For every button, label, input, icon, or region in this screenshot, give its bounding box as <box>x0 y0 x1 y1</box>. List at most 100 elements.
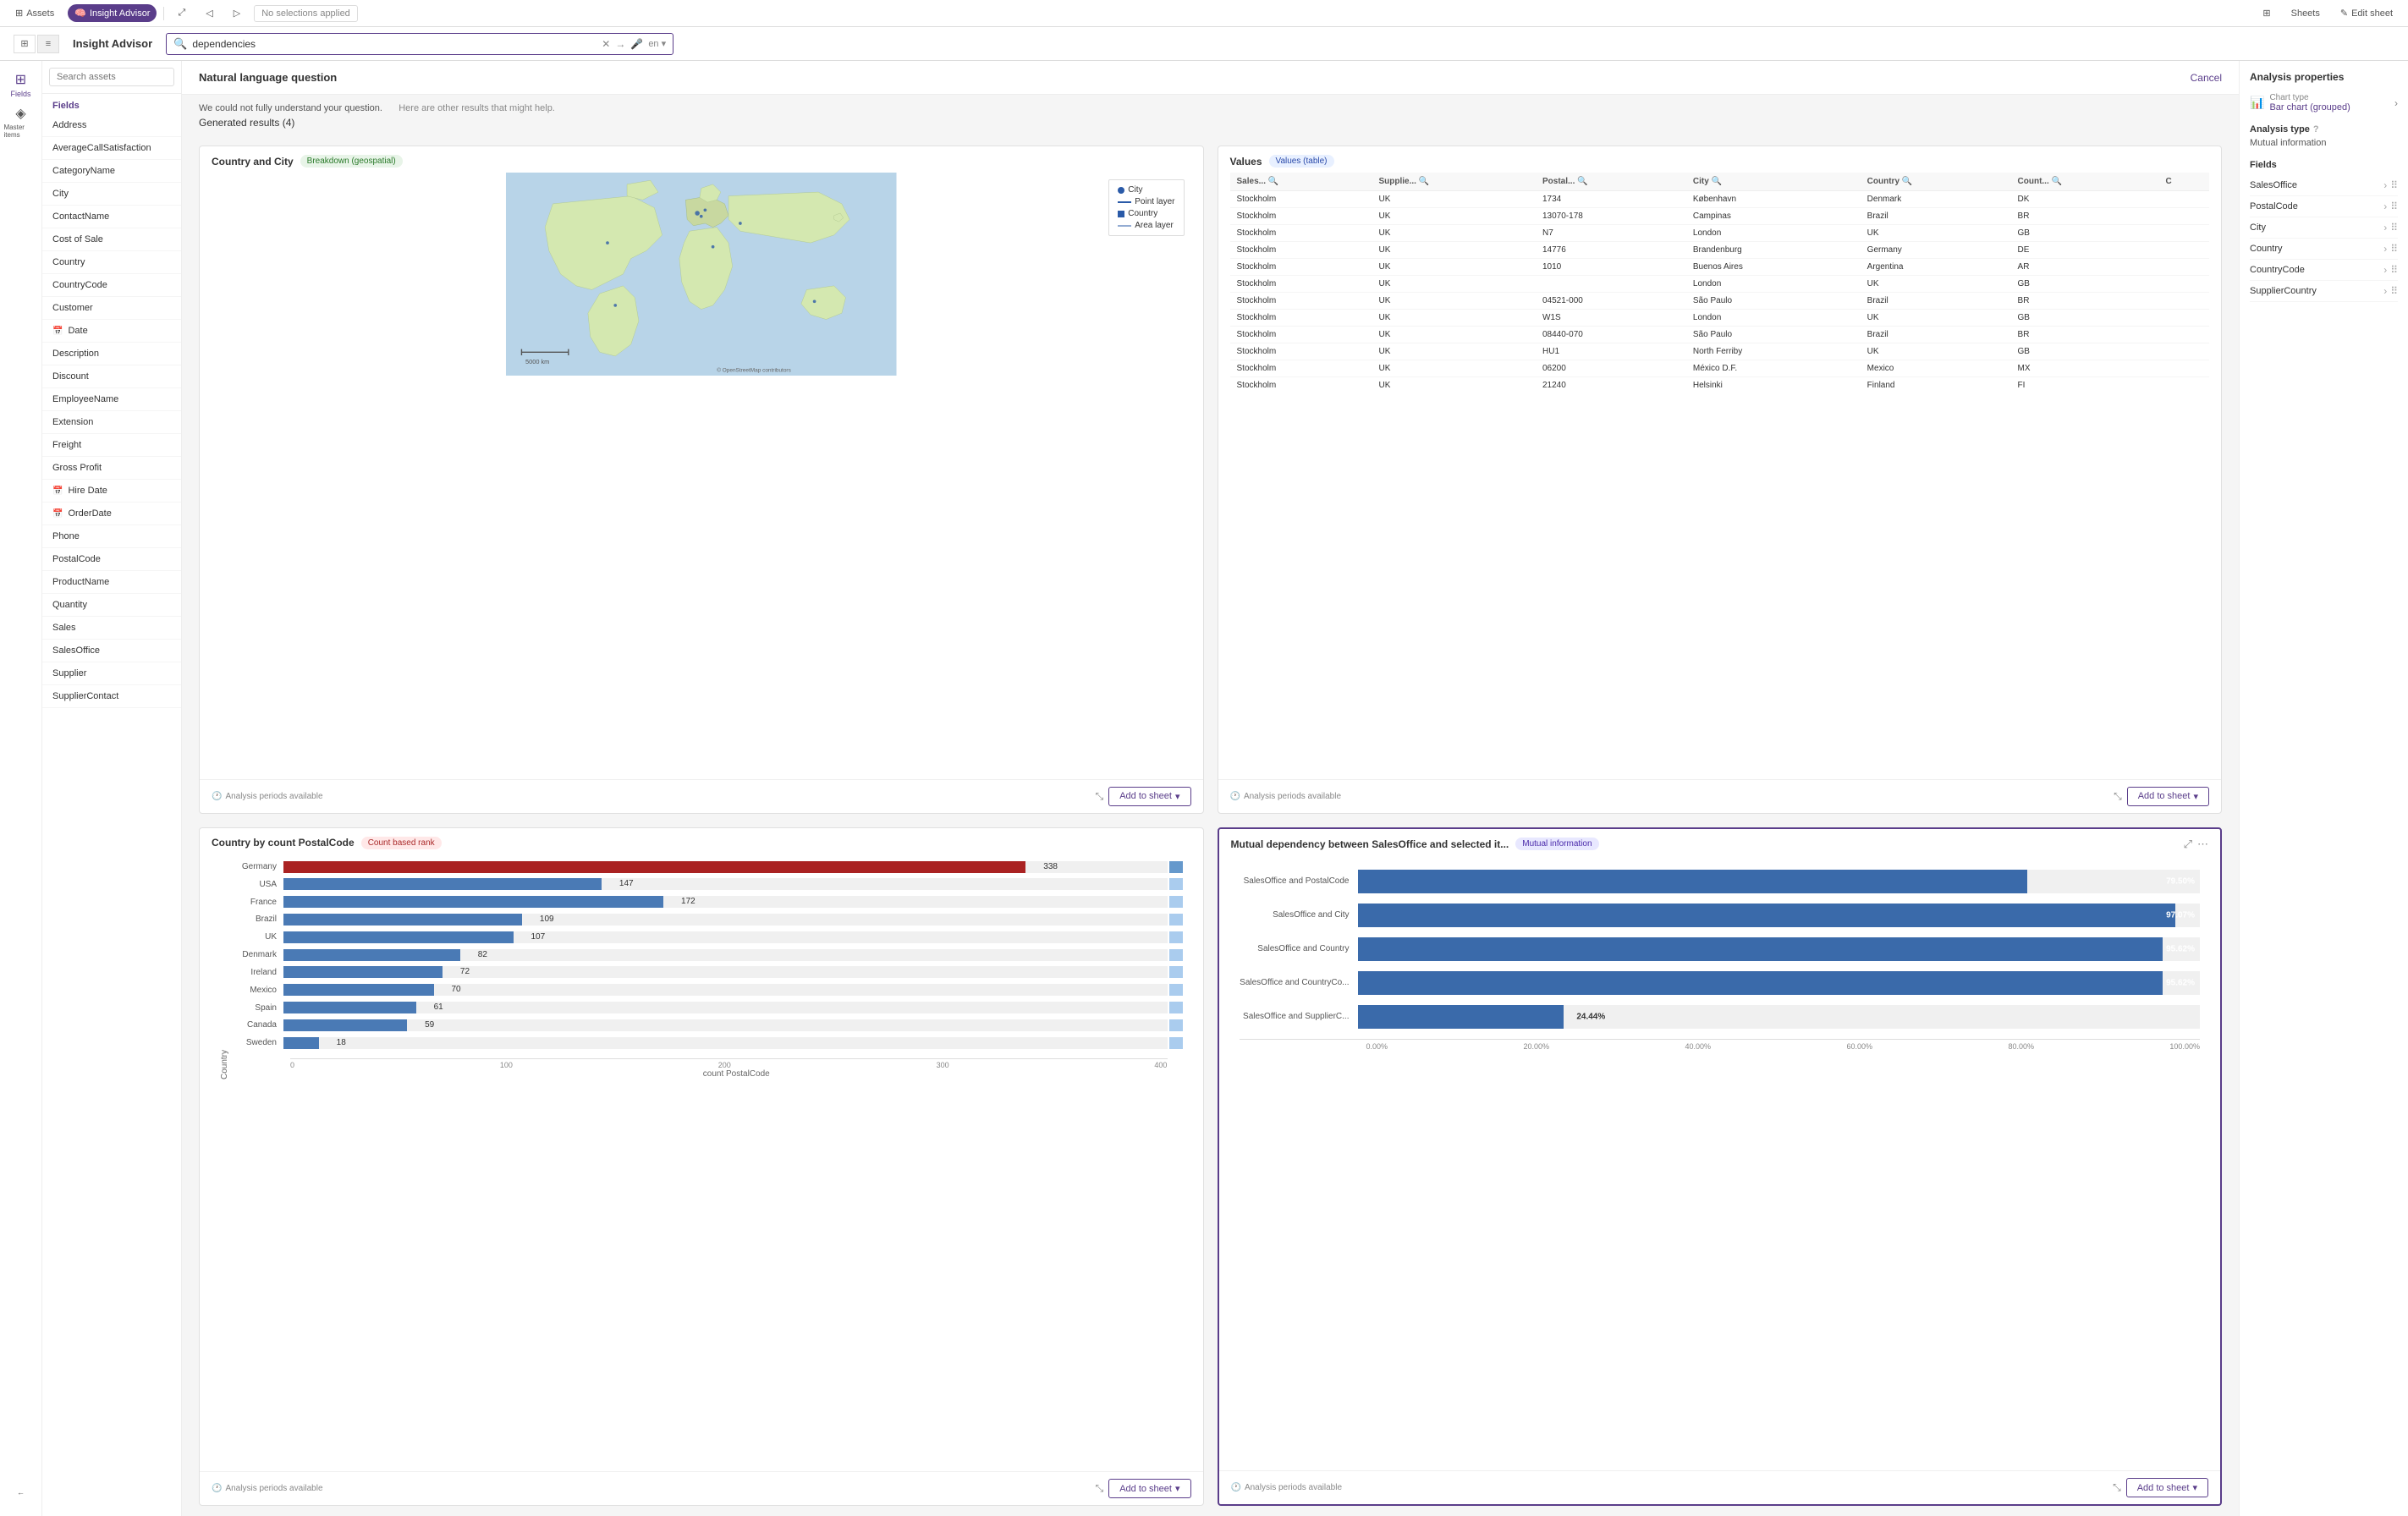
field-name-country: Country <box>2250 244 2283 254</box>
insight-advisor-nav-item[interactable]: 🧠 Insight Advisor <box>68 4 157 22</box>
chart3-add-to-sheet-btn[interactable]: Add to sheet ▾ <box>1108 1479 1190 1498</box>
search-arrow-icon[interactable]: → <box>615 38 625 50</box>
right-field-salesoffice[interactable]: SalesOffice › ⠿ <box>2250 175 2398 196</box>
expand-icon[interactable]: ⤢ <box>2184 838 2192 851</box>
chart1-map-container: 5000 km © OpenStreetMap contributors Cit… <box>212 173 1191 376</box>
lang-selector[interactable]: en ▾ <box>648 38 666 49</box>
drag-handle-icon-2[interactable]: ⠿ <box>2390 200 2398 212</box>
drag-handle-icon-3[interactable]: ⠿ <box>2390 222 2398 233</box>
field-list-item[interactable]: Cost of Sale <box>42 228 181 251</box>
field-list-item[interactable]: Freight <box>42 434 181 457</box>
collapse-sidebar-btn[interactable]: ← <box>4 1475 38 1509</box>
col-city[interactable]: City 🔍 <box>1686 173 1861 191</box>
svg-text:5000 km: 5000 km <box>525 358 549 365</box>
grid-view-icon[interactable]: ⊞ <box>2256 4 2277 22</box>
chart2-add-to-sheet-btn[interactable]: Add to sheet ▾ <box>2127 787 2209 806</box>
table-container[interactable]: Sales... 🔍 Supplie... 🔍 Postal... 🔍 City… <box>1230 173 2210 393</box>
grid-toggle-btn[interactable]: ⊞ <box>14 35 36 53</box>
chart-type-value[interactable]: Bar chart (grouped) <box>2269 102 2350 113</box>
arrow-forward-item[interactable]: ▷ <box>227 4 247 22</box>
field-list-item[interactable]: SalesOffice <box>42 640 181 662</box>
chart2-body: Sales... 🔍 Supplie... 🔍 Postal... 🔍 City… <box>1218 173 2222 779</box>
field-list-item[interactable]: SupplierContact <box>42 685 181 708</box>
clear-search-icon[interactable]: ✕ <box>602 38 610 50</box>
col-countrycode[interactable]: Count... 🔍 <box>2011 173 2159 191</box>
field-list-item[interactable]: Customer <box>42 297 181 320</box>
help-icon[interactable]: ? <box>2313 124 2319 135</box>
field-list-item[interactable]: AverageCallSatisfaction <box>42 137 181 160</box>
explore-icon-item[interactable]: ⤢ <box>171 4 192 22</box>
chart4-add-to-sheet-btn[interactable]: Add to sheet ▾ <box>2126 1478 2208 1497</box>
field-list-item[interactable]: Quantity <box>42 594 181 617</box>
chart4-footer: 🕐 Analysis periods available ⤡ Add to sh… <box>1219 1470 2221 1504</box>
bar-secondary-uk <box>1169 931 1183 943</box>
assets-nav-item[interactable]: ⊞ Assets <box>8 4 61 22</box>
col-supplier[interactable]: Supplie... 🔍 <box>1372 173 1536 191</box>
sidebar-master-items[interactable]: ◈ Master items <box>4 105 38 139</box>
search-input[interactable] <box>192 38 597 50</box>
table-row: StockholmUK14776BrandenburgGermanyDE <box>1230 242 2210 259</box>
right-field-country[interactable]: Country › ⠿ <box>2250 239 2398 260</box>
field-list-item[interactable]: 📅OrderDate <box>42 503 181 525</box>
arrow-back-item[interactable]: ◁ <box>199 4 219 22</box>
right-field-postalcode[interactable]: PostalCode › ⠿ <box>2250 196 2398 217</box>
table-row: StockholmUK13070-178CampinasBrazilBR <box>1230 208 2210 225</box>
clock-icon-2: 🕐 <box>1230 792 1240 801</box>
chevron-down-icon-4: ▾ <box>2192 1482 2197 1493</box>
field-list-item[interactable]: Address <box>42 114 181 137</box>
field-list-item[interactable]: Discount <box>42 365 181 388</box>
more-options-icon[interactable]: ⋯ <box>2197 838 2208 851</box>
bar-label-spain: Spain <box>233 1003 283 1013</box>
mic-icon[interactable]: 🎤 <box>630 38 643 50</box>
list-toggle-btn[interactable]: ≡ <box>37 35 59 53</box>
drag-handle-icon-5[interactable]: ⠿ <box>2390 264 2398 276</box>
bar-fill-ireland <box>283 966 443 978</box>
chart1-add-to-sheet-btn[interactable]: Add to sheet ▾ <box>1108 787 1190 806</box>
col-c[interactable]: C <box>2159 173 2209 191</box>
right-field-countrycode[interactable]: CountryCode › ⠿ <box>2250 260 2398 281</box>
field-list-item[interactable]: Supplier <box>42 662 181 685</box>
chart1-body: 5000 km © OpenStreetMap contributors Cit… <box>200 173 1203 779</box>
field-list-item[interactable]: PostalCode <box>42 548 181 571</box>
col-postal[interactable]: Postal... 🔍 <box>1536 173 1686 191</box>
drag-handle-icon[interactable]: ⠿ <box>2390 179 2398 191</box>
drag-handle-icon-4[interactable]: ⠿ <box>2390 243 2398 255</box>
field-list-item[interactable]: 📅Date <box>42 320 181 343</box>
field-list-item[interactable]: Country <box>42 251 181 274</box>
field-list-item[interactable]: CountryCode <box>42 274 181 297</box>
field-list-item[interactable]: Description <box>42 343 181 365</box>
field-list-item[interactable]: 📅Hire Date <box>42 480 181 503</box>
chevron-right-icon[interactable]: › <box>2394 97 2398 109</box>
bar-secondary-spain <box>1169 1002 1183 1013</box>
col-sales[interactable]: Sales... 🔍 <box>1230 173 1372 191</box>
sheets-nav-item[interactable]: Sheets <box>2284 5 2327 22</box>
sidebar-fields-item[interactable]: ⊞ Fields <box>4 68 38 102</box>
field-list-item[interactable]: EmployeeName <box>42 388 181 411</box>
share-icon-3[interactable]: ⤡ <box>1096 1482 1104 1495</box>
field-list-item[interactable]: Extension <box>42 411 181 434</box>
bar-secondary-usa <box>1169 878 1183 890</box>
right-field-suppliercountry[interactable]: SupplierCountry › ⠿ <box>2250 281 2398 302</box>
bar-label-sweden: Sweden <box>233 1038 283 1047</box>
field-list-item[interactable]: Sales <box>42 617 181 640</box>
drag-handle-icon-6[interactable]: ⠿ <box>2390 285 2398 297</box>
table-body: StockholmUK1734KøbenhavnDenmarkDK Stockh… <box>1230 191 2210 393</box>
edit-sheet-nav-item[interactable]: ✎ Edit sheet <box>2334 4 2400 22</box>
field-list-item[interactable]: ContactName <box>42 206 181 228</box>
field-icons-suppliercountry: › ⠿ <box>2383 285 2398 297</box>
share-icon-2[interactable]: ⤡ <box>2114 790 2122 803</box>
cancel-button[interactable]: Cancel <box>2191 72 2222 84</box>
field-list-item[interactable]: Phone <box>42 525 181 548</box>
field-list-item[interactable]: CategoryName <box>42 160 181 183</box>
field-list-item[interactable]: ProductName <box>42 571 181 594</box>
right-field-city[interactable]: City › ⠿ <box>2250 217 2398 239</box>
col-country[interactable]: Country 🔍 <box>1861 173 2011 191</box>
table-row: StockholmUK1734KøbenhavnDenmarkDK <box>1230 191 2210 208</box>
legend-point-label: Point layer <box>1135 197 1174 206</box>
share-icon[interactable]: ⤡ <box>1096 790 1104 803</box>
fields-sidebar: Fields AddressAverageCallSatisfactionCat… <box>42 61 182 1516</box>
fields-search-input[interactable] <box>49 68 174 86</box>
field-list-item[interactable]: City <box>42 183 181 206</box>
field-list-item[interactable]: Gross Profit <box>42 457 181 480</box>
share-icon-4[interactable]: ⤡ <box>2113 1481 2121 1494</box>
